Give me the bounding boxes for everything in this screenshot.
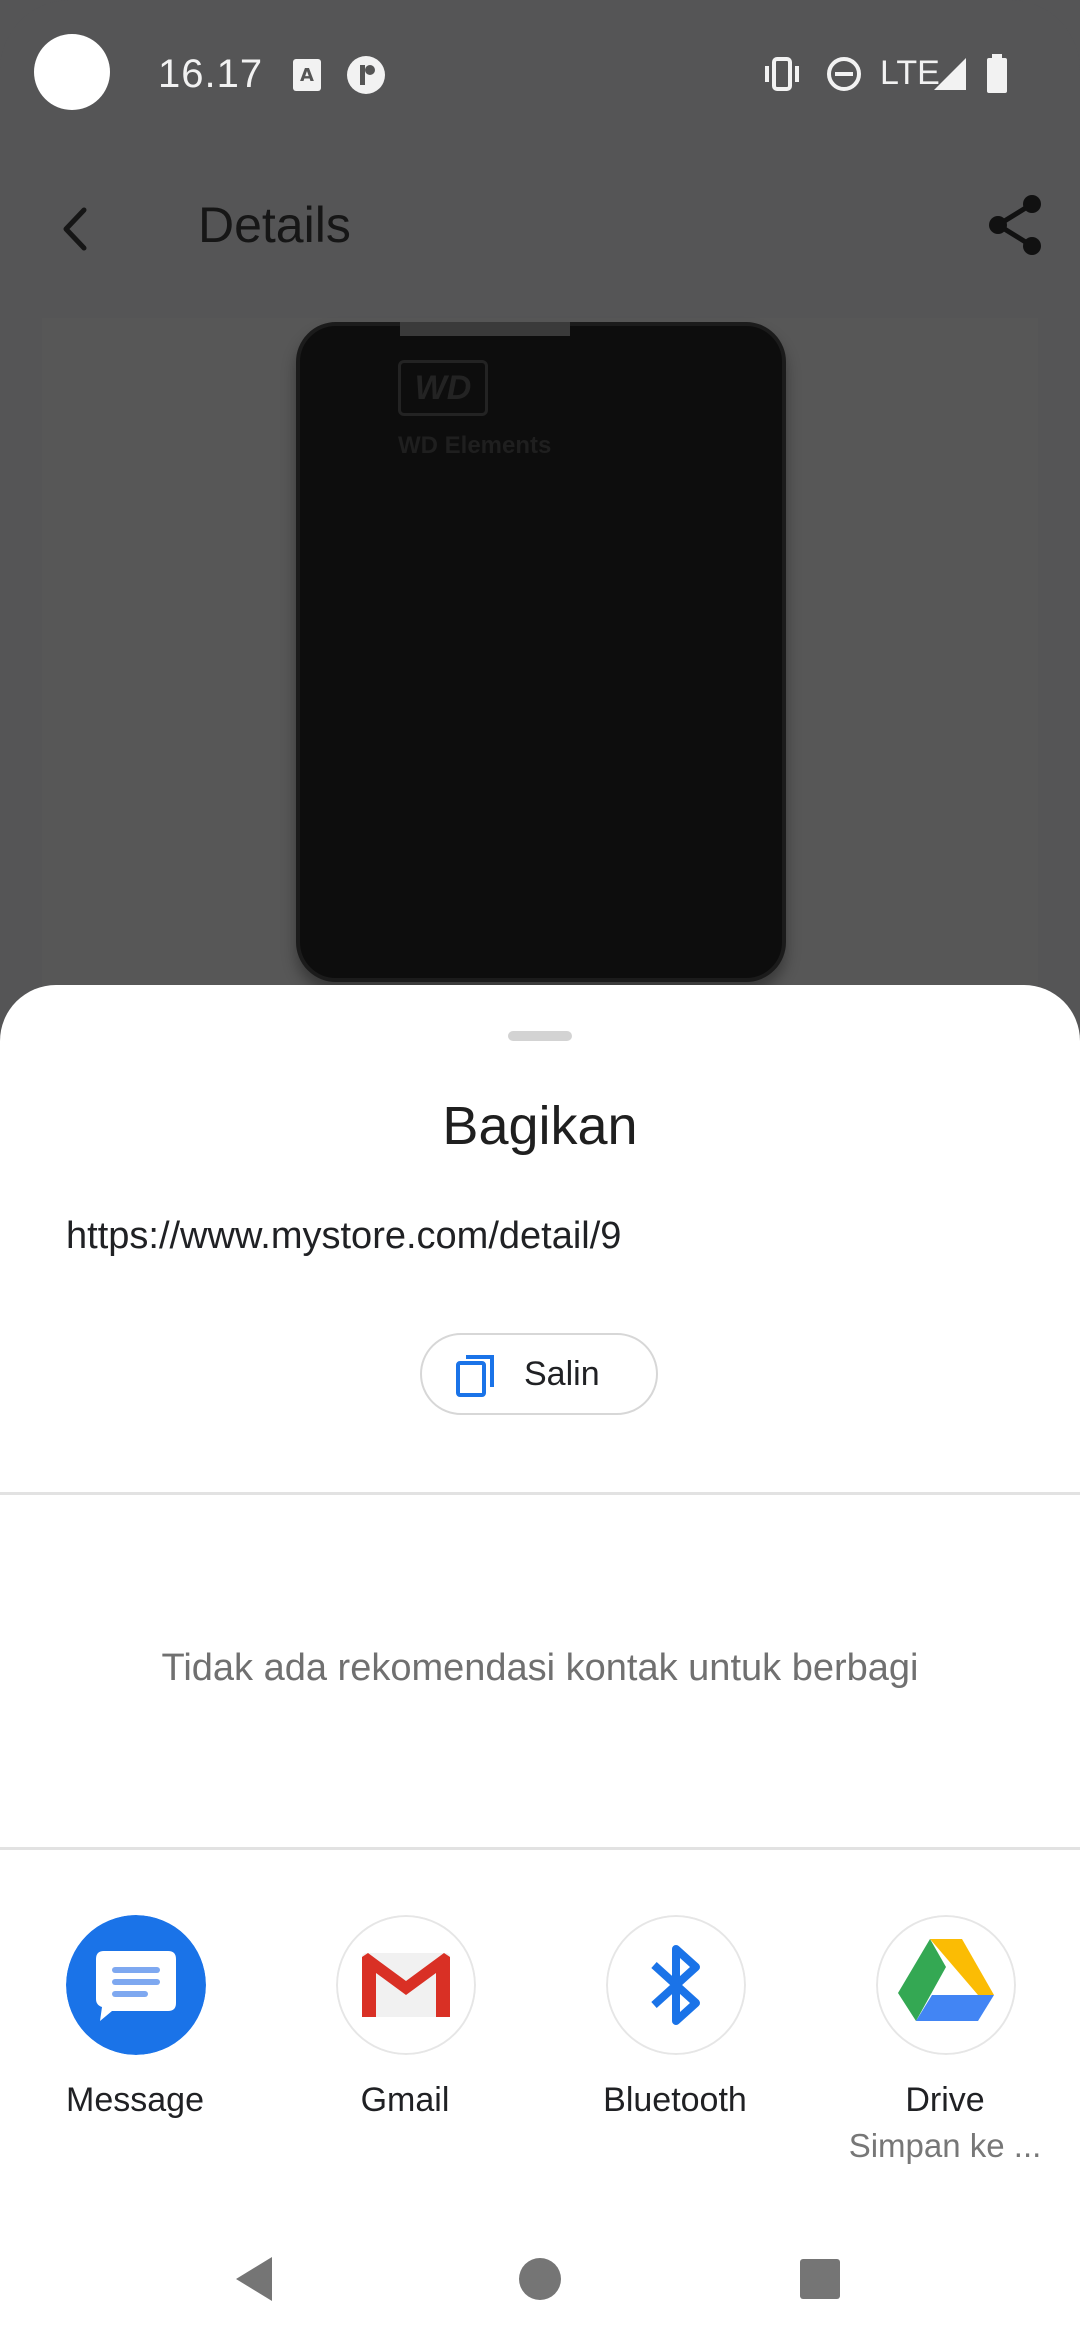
share-sheet: Bagikan https://www.mystore.com/detail/9… — [0, 985, 1080, 2340]
sheet-drag-handle[interactable] — [508, 1031, 572, 1041]
copy-label: Salin — [524, 1355, 600, 1393]
status-bar: 16.17 A LTE — [0, 0, 1080, 150]
divider — [0, 1492, 1080, 1495]
gmail-icon — [336, 1915, 476, 2055]
app-notification-icon — [347, 56, 385, 94]
app-bar: Details — [0, 150, 1080, 300]
signal-icon — [934, 58, 966, 90]
keyboard-notification-icon: A — [293, 59, 321, 91]
svg-text:A: A — [300, 65, 314, 86]
message-icon — [66, 1915, 206, 2055]
nav-back-icon[interactable] — [226, 2249, 286, 2309]
hard-drive-image: WD WD Elements — [296, 322, 786, 982]
vibrate-icon — [765, 57, 799, 91]
battery-icon — [987, 54, 1007, 93]
drive-notch — [400, 322, 570, 336]
navigation-bar — [0, 2225, 1080, 2340]
page-title: Details — [198, 197, 351, 253]
share-target-label: Bluetooth — [603, 2081, 747, 2119]
network-type: LTE — [880, 54, 940, 92]
bluetooth-icon — [606, 1915, 746, 2055]
nav-recents-icon[interactable] — [790, 2249, 850, 2309]
share-target-drive[interactable]: Drive Simpan ke ... — [810, 1915, 1080, 2175]
camera-cutout — [34, 34, 110, 110]
screen: 16.17 A LTE Details WD WD Elements Bagik… — [0, 0, 1080, 2340]
share-icon[interactable] — [980, 190, 1050, 260]
share-target-gmail[interactable]: Gmail — [270, 1915, 540, 2175]
nav-home-icon[interactable] — [510, 2249, 570, 2309]
share-target-subtitle: Simpan ke ... — [848, 2127, 1042, 2164]
share-target-label: Drive — [905, 2081, 985, 2119]
copy-button[interactable]: Salin — [420, 1333, 658, 1415]
copy-icon — [456, 1355, 494, 1397]
share-sheet-title: Bagikan — [442, 1096, 638, 1156]
do-not-disturb-icon — [827, 57, 861, 91]
brand-logo: WD — [398, 360, 488, 416]
share-target-label: Gmail — [360, 2081, 450, 2119]
status-time: 16.17 — [158, 52, 264, 96]
share-target-message[interactable]: Message — [0, 1915, 270, 2175]
share-target-bluetooth[interactable]: Bluetooth — [540, 1915, 810, 2175]
product-image: WD WD Elements — [42, 318, 1038, 1038]
no-contacts-message: Tidak ada rekomendasi kontak untuk berba… — [161, 1647, 919, 1689]
divider — [0, 1847, 1080, 1850]
back-arrow-icon[interactable] — [40, 194, 110, 264]
brand-name: WD Elements — [398, 432, 552, 459]
share-target-label: Message — [66, 2081, 204, 2119]
share-url: https://www.mystore.com/detail/9 — [66, 1215, 622, 1257]
drive-icon — [876, 1915, 1016, 2055]
